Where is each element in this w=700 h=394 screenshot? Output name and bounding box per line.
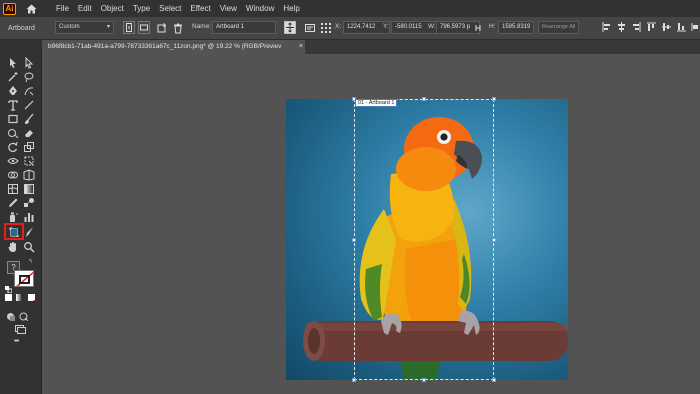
type-tool-icon[interactable] [7,99,19,111]
artboard-handle-middle-left[interactable] [352,238,356,242]
free-transform-tool-icon[interactable] [23,155,35,167]
menu-file[interactable]: File [56,4,69,13]
menu-help[interactable]: Help [283,4,299,13]
menu-select[interactable]: Select [159,4,181,13]
artboard-options-icon[interactable] [303,21,315,34]
document-tab-title: b96f8cb1-71ab-491a-a799-78733361a67c_11z… [48,43,282,50]
h-label: H: [489,23,496,30]
name-label: Name: [192,23,212,30]
menu-view[interactable]: View [220,4,237,13]
zoom-tool-icon[interactable] [23,241,35,253]
reference-point-icon[interactable] [319,21,331,34]
color-mode-icon[interactable] [5,294,12,301]
default-colors-icon[interactable] [5,280,13,294]
home-icon[interactable] [24,3,38,15]
move-copy-artwork-icon[interactable] [284,21,296,34]
swap-fill-stroke-icon[interactable]: ↰ [28,258,36,265]
column-graph-tool-icon[interactable] [23,211,35,223]
lasso-tool-icon[interactable] [23,71,35,83]
symbol-sprayer-tool-icon[interactable] [7,211,19,223]
rectangle-tool-icon[interactable] [7,113,19,125]
direct-selection-tool-icon[interactable] [23,57,35,69]
align-left-icon[interactable] [602,22,611,32]
align-more-icon[interactable] [691,22,700,32]
chevron-down-icon: ▾ [106,24,110,30]
close-icon[interactable]: × [299,40,303,54]
menu-object[interactable]: Object [101,4,124,13]
align-right-icon[interactable] [632,22,641,32]
document-tab[interactable]: b96f8cb1-71ab-491a-a799-78733361a67c_11z… [43,40,305,54]
artboard-handle-middle-right[interactable] [492,238,496,242]
width-tool-icon[interactable] [7,155,19,167]
menu-effect[interactable]: Effect [190,4,210,13]
rearrange-all-button[interactable]: Rearrange All [538,21,580,34]
menu-items: File Edit Object Type Select Effect View… [56,4,309,13]
screen-mode-icon[interactable] [15,321,26,334]
landscape-orientation-icon[interactable] [138,21,150,34]
new-artboard-icon[interactable] [155,21,167,34]
rotate-tool-icon[interactable] [7,141,19,153]
artboard-handle-bottom-left[interactable] [352,378,356,382]
artboard-handle-top-center[interactable] [422,97,426,101]
y-label: Y: [383,23,389,30]
eraser-tool-icon[interactable] [23,127,35,139]
tools-panel-grip[interactable] [0,40,42,48]
mode-label: Artboard [8,24,35,32]
draw-mode-icon[interactable] [19,308,29,322]
curvature-tool-icon[interactable] [23,85,35,97]
tools-panel: ? ↰ ••• [0,48,42,394]
menu-bar: Ai File Edit Object Type Select Effect V… [0,0,700,17]
artboard-handle-top-right[interactable] [492,97,496,101]
paintbrush-tool-icon[interactable] [23,113,35,125]
none-mode-icon[interactable] [28,294,35,301]
shape-builder-tool-icon[interactable] [7,169,19,181]
preset-select[interactable]: Custom ▾ [55,21,114,34]
link-proportions-icon[interactable] [471,21,483,34]
w-label: W: [428,23,436,30]
selection-tool-icon[interactable] [7,57,19,69]
gradient-mode-icon[interactable] [16,294,23,301]
h-input[interactable]: 1595.8319 [498,21,534,34]
line-tool-icon[interactable] [23,99,35,111]
control-bar: Artboard Custom ▾ Name: Artboard 1 X: 12… [0,17,700,40]
blend-tool-icon[interactable] [23,197,35,209]
align-bottom-icon[interactable] [677,22,686,32]
x-label: X: [335,23,342,30]
pen-tool-icon[interactable] [7,85,19,97]
menu-edit[interactable]: Edit [78,4,92,13]
hand-tool-icon[interactable] [7,241,19,253]
artboard-tool-highlight [4,223,24,240]
mesh-tool-icon[interactable] [7,183,19,195]
draw-normal-icon[interactable] [6,308,15,321]
slice-tool-icon[interactable] [23,226,35,238]
portrait-orientation-icon[interactable] [123,21,135,34]
align-center-icon[interactable] [617,22,626,32]
align-top-icon[interactable] [647,22,656,32]
stroke-swatch[interactable] [14,270,34,287]
artboard-handle-bottom-right[interactable] [492,378,496,382]
menu-type[interactable]: Type [133,4,150,13]
document-tab-bar: b96f8cb1-71ab-491a-a799-78733361a67c_11z… [43,40,700,54]
artboard-label[interactable]: 01 - Artboard 1 [355,99,398,107]
preset-value: Custom [59,24,80,30]
more-tools-icon[interactable]: ••• [14,338,28,346]
scale-tool-icon[interactable] [23,141,35,153]
artboard-name-input[interactable]: Artboard 1 [212,21,276,34]
canvas[interactable]: 01 - Artboard 1 [43,54,700,394]
delete-artboard-icon[interactable] [171,21,183,34]
shaper-tool-icon[interactable] [7,127,19,139]
menu-window[interactable]: Window [246,4,274,13]
illustrator-logo: Ai [3,2,16,15]
align-middle-icon[interactable] [662,22,671,32]
perspective-grid-tool-icon[interactable] [23,169,35,181]
eyedropper-tool-icon[interactable] [7,197,19,209]
artboard-bounds[interactable] [354,99,494,380]
magic-wand-tool-icon[interactable] [7,71,19,83]
artboard-handle-bottom-center[interactable] [422,378,426,382]
gradient-tool-icon[interactable] [23,183,35,195]
